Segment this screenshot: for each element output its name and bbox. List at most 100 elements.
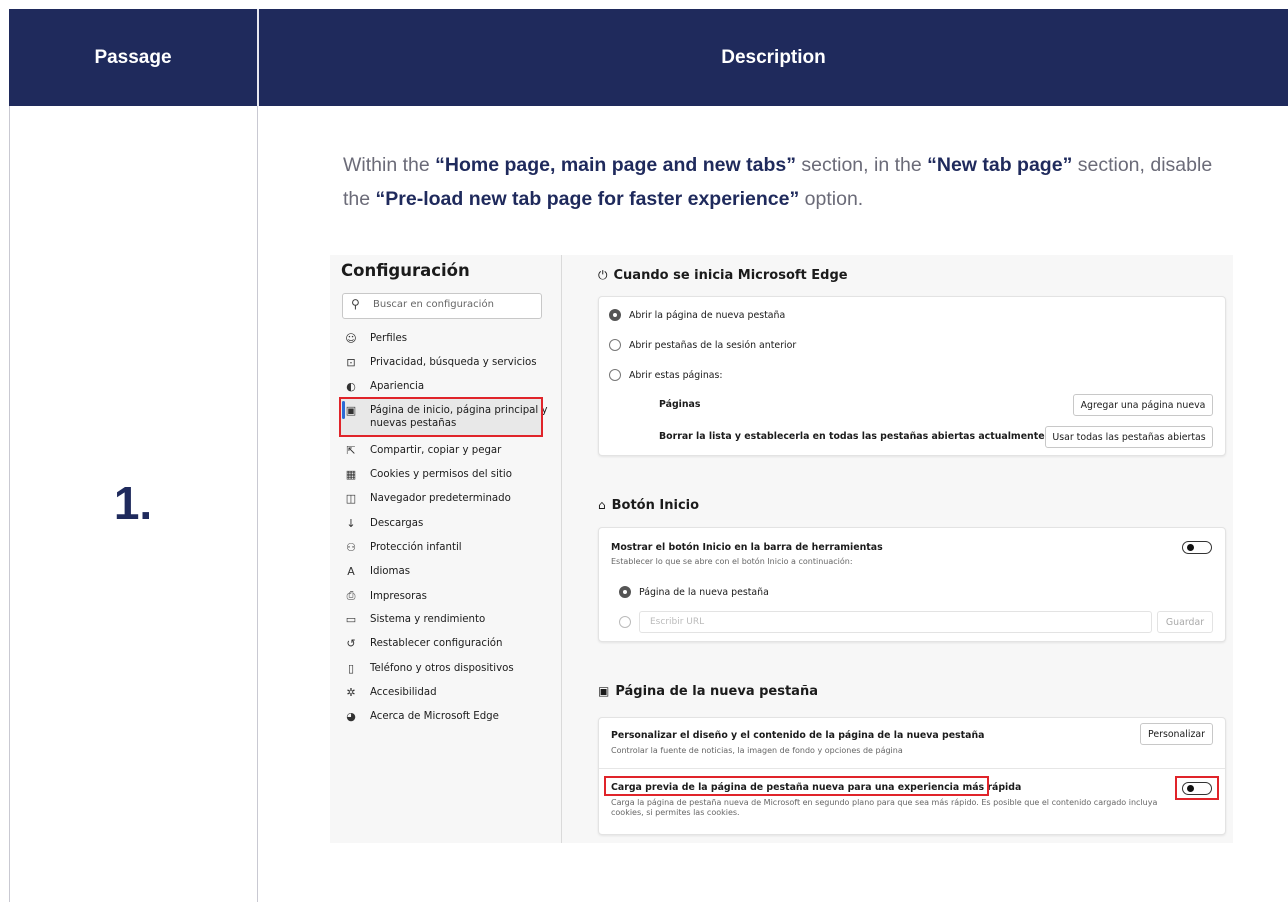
instruction-part: section, in the (795, 154, 928, 176)
sidebar-item-label: Navegador predeterminado (370, 493, 511, 504)
search-placeholder: Buscar en configuración (373, 299, 494, 310)
sidebar-item-label: Accesibilidad (370, 687, 437, 698)
startup-card: Abrir la página de nueva pestaña Abrir p… (598, 296, 1226, 456)
sidebar-item-label: Compartir, copiar y pegar (370, 445, 502, 456)
highlight-preload-label (604, 776, 989, 796)
table-header: Passage Description (9, 9, 1288, 106)
customize-button[interactable]: Personalizar (1140, 723, 1213, 745)
sidebar-item[interactable]: A Idiomas (344, 565, 410, 578)
sidebar-item[interactable]: ⚇ Protección infantil (344, 541, 462, 554)
share-icon: ⇱ (346, 444, 356, 457)
home-button-section-title: ⌂ Botón Inicio (598, 498, 699, 513)
sidebar-item-label: Acerca de Microsoft Edge (370, 711, 499, 722)
instruction-text: Within the “Home page, main page and new… (343, 148, 1223, 216)
new-tab-card: Personalizar el diseño y el contenido de… (598, 717, 1226, 835)
show-home-button-sub: Establecer lo que se abre con el botón I… (611, 557, 853, 566)
radio-home-new-tab[interactable] (619, 586, 631, 598)
radio-open-previous[interactable] (609, 339, 621, 351)
sidebar-item-label: Idiomas (370, 566, 411, 577)
new-tab-page-icon: ▣ (598, 684, 610, 698)
preload-sub-line1: Carga la página de pestaña nueva de Micr… (611, 798, 1158, 807)
show-home-button-label: Mostrar el botón Inicio en la barra de h… (611, 542, 883, 553)
instruction-bold: “Home page, main page and new tabs” (435, 154, 796, 176)
profile-icon: ☺ (345, 332, 357, 345)
option-open-pages: Abrir estas páginas: (629, 370, 723, 381)
passage-column-header: Passage (94, 46, 172, 68)
description-column-header: Description (721, 46, 826, 68)
cookies-icon: ▦ (345, 468, 357, 481)
sidebar-item[interactable]: ▯ Teléfono y otros dispositivos (344, 662, 514, 675)
option-home-new-tab: Página de la nueva pestaña (639, 587, 769, 598)
download-icon: ↓ (346, 517, 356, 530)
browser-icon: ◫ (345, 492, 357, 505)
sidebar-item-label: Descargas (370, 518, 424, 529)
startup-section-title: ⏻ Cuando se inicia Microsoft Edge (598, 268, 848, 283)
preload-sub-line2: cookies, si permites las cookies. (611, 808, 740, 817)
settings-search-input[interactable]: ⚲ Buscar en configuración (342, 293, 542, 319)
lock-icon: ⊡ (346, 356, 356, 369)
radio-open-new-tab[interactable] (609, 309, 621, 321)
highlight-nav-homepage (339, 397, 543, 437)
instruction-part: Within the (343, 154, 436, 176)
radio-home-url[interactable] (619, 616, 631, 628)
search-icon: ⚲ (351, 297, 360, 311)
sidebar-item[interactable]: ↓ Descargas (344, 517, 423, 530)
sidebar-item[interactable]: ⇱ Compartir, copiar y pegar (344, 444, 501, 457)
new-tab-section-title: ▣ Página de la nueva pestaña (598, 684, 818, 699)
radio-open-pages[interactable] (609, 369, 621, 381)
appearance-icon: ◐ (346, 380, 356, 393)
toggle-knob (1187, 544, 1194, 551)
home-button-title-text: Botón Inicio (611, 498, 700, 513)
sidebar-item[interactable]: ✲ Accesibilidad (344, 686, 437, 699)
sidebar-item-label: Sistema y rendimiento (370, 614, 486, 625)
sidebar-item-label: Privacidad, búsqueda y servicios (370, 357, 537, 368)
sidebar-item[interactable]: ⊡ Privacidad, búsqueda y servicios (344, 356, 537, 369)
sidebar-item-label: Perfiles (370, 333, 408, 344)
accessibility-icon: ✲ (346, 686, 356, 699)
customize-sub: Controlar la fuente de noticias, la imag… (611, 746, 903, 755)
sidebar-item-label: Protección infantil (370, 542, 462, 553)
family-icon: ⚇ (346, 541, 356, 554)
instruction-bold: “New tab page” (927, 154, 1073, 176)
sidebar-divider (561, 255, 562, 843)
pages-label: Páginas (659, 399, 701, 410)
edge-icon: ◕ (346, 710, 356, 723)
sidebar-item[interactable]: ⎙ Impresoras (344, 589, 427, 603)
sidebar-item-label: Impresoras (370, 590, 427, 602)
use-all-tabs-button[interactable]: Usar todas las pestañas abiertas (1045, 426, 1213, 448)
edge-settings-screenshot: Configuración ⚲ Buscar en configuración … (330, 255, 1233, 843)
option-open-previous: Abrir pestañas de la sesión anterior (629, 340, 797, 351)
card-separator (599, 768, 1225, 769)
home-url-input[interactable]: Escribir URL (639, 611, 1152, 633)
show-home-button-toggle[interactable] (1182, 541, 1212, 554)
sidebar-item-label: Cookies y permisos del sitio (370, 469, 512, 480)
sidebar-item-label: Teléfono y otros dispositivos (370, 663, 514, 674)
sidebar-item[interactable]: ◫ Navegador predeterminado (344, 492, 511, 505)
instruction-bold: “Pre-load new tab page for faster experi… (375, 188, 800, 210)
language-icon: A (347, 565, 355, 578)
add-page-button[interactable]: Agregar una página nueva (1073, 394, 1213, 416)
sidebar-item-label: Restablecer configuración (370, 638, 503, 649)
sidebar-item[interactable]: ☺ Perfiles (344, 332, 407, 345)
sidebar-item-label: Apariencia (370, 381, 425, 392)
highlight-preload-toggle (1175, 776, 1219, 800)
power-icon: ⏻ (598, 268, 608, 282)
sidebar-item[interactable]: ↺ Restablecer configuración (344, 637, 502, 650)
save-url-button[interactable]: Guardar (1157, 611, 1213, 633)
instruction-part: option. (799, 188, 864, 210)
sidebar-item[interactable]: ◐ Apariencia (344, 380, 424, 393)
home-button-card: Mostrar el botón Inicio en la barra de h… (598, 527, 1226, 642)
reset-icon: ↺ (346, 637, 356, 650)
step-number: 1. (113, 477, 153, 529)
sidebar-item[interactable]: ◕ Acerca de Microsoft Edge (344, 710, 499, 723)
table-column-divider (257, 106, 258, 902)
option-open-new-tab: Abrir la página de nueva pestaña (629, 310, 786, 321)
settings-title: Configuración (341, 261, 470, 280)
startup-title-text: Cuando se inicia Microsoft Edge (613, 268, 848, 283)
sidebar-item[interactable]: ▦ Cookies y permisos del sitio (344, 468, 512, 481)
clear-list-label: Borrar la lista y establecerla en todas … (659, 431, 1045, 442)
phone-icon: ▯ (347, 662, 355, 675)
system-icon: ▭ (345, 613, 357, 626)
customize-label: Personalizar el diseño y el contenido de… (611, 730, 985, 741)
sidebar-item[interactable]: ▭ Sistema y rendimiento (344, 613, 485, 626)
